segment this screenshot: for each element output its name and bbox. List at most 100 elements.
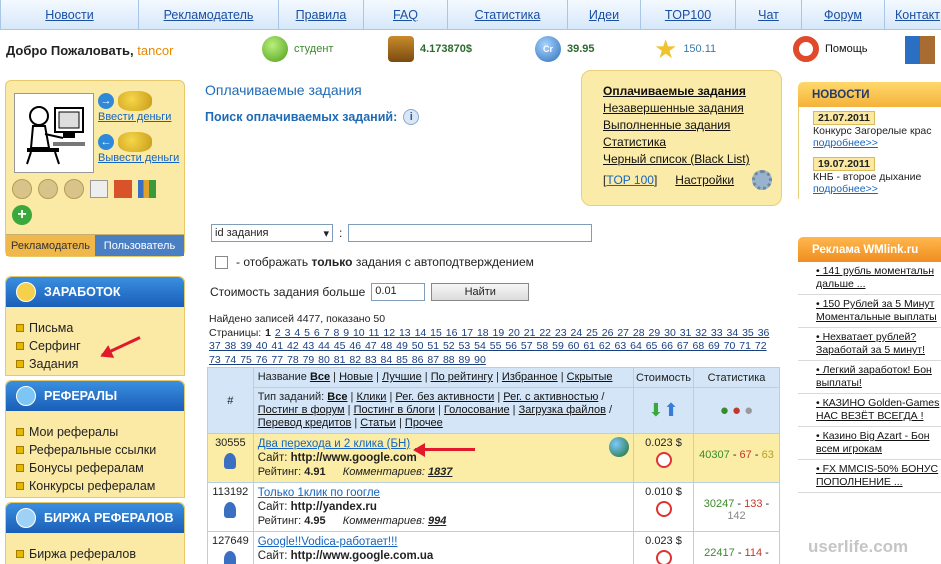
ad-link[interactable]: • КАЗИНО Golden-Games НАС ВЕЗЁТ ВСЕГДА ! [798,394,941,427]
pagination[interactable]: Страницы: 1 2 3 4 5 6 7 8 9 10 11 12 13 … [209,327,779,368]
results-summary: Найдено записей 4477, показано 50 Страни… [209,313,779,367]
nav-rules[interactable]: Правила [278,0,363,30]
col-hash: # [207,367,254,434]
nav-contacts[interactable]: Контакт [884,0,941,30]
task-title-link[interactable]: Только 1клик по гоогле [258,487,380,499]
type-all[interactable]: Все [327,391,347,403]
withdraw-link[interactable]: Вывести деньги [98,152,179,164]
news-item: 21.07.2011 Конкурс Загорелые крас подроб… [798,107,941,153]
filter-all[interactable]: Все [310,371,330,383]
link-settings[interactable]: Настройки [675,172,734,189]
sidebar-item-referral-contests[interactable]: Конкурсы рефералам [6,477,184,495]
coins-icon [118,132,152,152]
credits-coin-icon: Cr [535,36,561,62]
type-file-upload[interactable]: Загрузка файлов [519,404,606,416]
search-input[interactable] [348,224,593,242]
task-id: 113192 [207,482,254,532]
arrow-right-icon: → [98,93,114,109]
search-filter: id задания ▾ : [211,224,593,242]
ad-link[interactable]: • Казино Big Azart - Бон всем игрокам [798,427,941,460]
task-title-link[interactable]: Google!!Vodica-работает!!! [258,536,398,548]
nav-advertiser[interactable]: Рекламодатель [138,0,278,30]
link-completed-tasks[interactable]: Выполненные задания [603,117,781,134]
ad-link[interactable]: • Легкий заработок! Бон выплаты! [798,361,941,394]
min-price-input[interactable]: 0.01 [371,283,426,301]
ads-header: Реклама WMlink.ru [798,237,941,262]
name-filter-row: Название Все | Новые | Лучшие | По рейти… [252,367,635,388]
filter-hidden[interactable]: Скрытые [567,371,613,383]
edit-icon[interactable] [90,180,108,198]
bricks-icon[interactable] [114,180,132,198]
task-title-link[interactable]: Два перехода и 2 клика (БН) [258,438,410,450]
person-icon [224,502,237,518]
auto-confirm-checkbox[interactable] [215,255,228,269]
news-more-link[interactable]: подробнее>> [813,183,878,195]
table-row: 30555 Два перехода и 2 клика (БН) Сайт: … [207,433,780,483]
type-articles[interactable]: Статьи [360,417,396,429]
sidebar-item-letters[interactable]: Письма [6,319,184,337]
red-arrow-annotation [415,448,475,451]
filter-by-rating[interactable]: По рейтингу [431,371,493,383]
link-unfinished-tasks[interactable]: Незавершенные задания [603,100,781,117]
type-forum-posting[interactable]: Постинг в форум [258,404,345,416]
type-clicks[interactable]: Клики [356,391,386,403]
find-button[interactable]: Найти [431,283,530,301]
search-heading: Поиск оплачиваемых заданий: i [205,109,420,125]
type-reg-no-activity[interactable]: Рег. без активности [395,391,494,403]
search-field-select[interactable]: id задания ▾ [211,224,333,242]
chart-icon[interactable] [138,180,156,198]
gear-icon[interactable] [752,170,773,190]
info-icon[interactable]: i [403,109,420,125]
nav-ideas[interactable]: Идеи [567,0,640,30]
nav-top100[interactable]: TOP100 [640,0,735,30]
sidebar-item-my-referrals[interactable]: Мои рефералы [6,423,184,441]
link-black-list[interactable]: Черный список (Black List) [603,151,781,168]
type-filter-row: Тип заданий: Все | Клики | Рег. без акти… [252,387,635,434]
nav-chat[interactable]: Чат [735,0,801,30]
ad-link[interactable]: • 141 рубль моментальн дальше ... [798,262,941,295]
sidebar-item-referral-links[interactable]: Реферальные ссылки [6,441,184,459]
type-reg-activity[interactable]: Рег. с активностью [503,391,598,403]
arrow-up-icon: ⬆ [663,400,679,420]
add-icon[interactable]: + [12,205,32,225]
medal-icon [12,179,32,199]
medal-icon [38,179,58,199]
nav-news[interactable]: Новости [0,0,138,30]
type-other[interactable]: Прочее [405,417,443,429]
ad-link[interactable]: • 150 Рублей за 5 Минут Моментальные выпл… [798,295,941,328]
task-id: 127649 [207,531,254,564]
nav-statistics[interactable]: Статистика [447,0,567,30]
tab-advertiser[interactable]: Рекламодатель [6,234,95,256]
type-credit-transfer[interactable]: Перевод кредитов [258,417,352,429]
link-statistics[interactable]: Статистика [603,134,781,151]
news-more-link[interactable]: подробнее>> [813,137,878,149]
alarm-clock-icon [655,452,672,468]
type-blog-posting[interactable]: Постинг в блоги [354,404,435,416]
cost-sort-arrows[interactable]: ⬇⬆ [633,387,694,434]
type-voting[interactable]: Голосование [444,404,510,416]
ad-link[interactable]: • Нехватает рублей? Заработай за 5 минут! [798,328,941,361]
people-icon [16,386,36,406]
tab-user[interactable]: Пользователь [95,234,184,256]
sidebar-item-surfing[interactable]: Серфинг [6,337,184,355]
arrow-left-icon: ← [98,134,114,150]
logout-icon[interactable] [905,36,935,64]
earn-header: ЗАРАБОТОК [6,277,184,307]
help-link[interactable]: Помощь [793,36,868,62]
filter-favorites[interactable]: Избранное [502,371,558,383]
deposit-link[interactable]: Ввести деньги [98,111,171,123]
sidebar-item-referral-bonuses[interactable]: Бонусы рефералам [6,459,184,477]
globe-icon [609,437,629,457]
filter-best[interactable]: Лучшие [382,371,422,383]
sidebar-item-referral-exchange[interactable]: Биржа рефералов [6,545,184,563]
link-top100[interactable]: TOP 100 [606,173,654,187]
filter-new[interactable]: Новые [339,371,373,383]
stats-sort-icons[interactable]: ● ● ● [693,387,780,434]
ad-link[interactable]: • FX MMCIS-50% БОНУС ПОПОЛНЕНИЕ ... [798,460,941,493]
nav-faq[interactable]: FAQ [363,0,447,30]
found-count: Найдено записей 4477, показано 50 [209,313,386,325]
warning-icon [16,282,36,302]
nav-forum[interactable]: Форум [801,0,884,30]
sidebar-item-tasks[interactable]: Задания [6,355,184,373]
link-paid-tasks[interactable]: Оплачиваемые задания [603,83,781,100]
